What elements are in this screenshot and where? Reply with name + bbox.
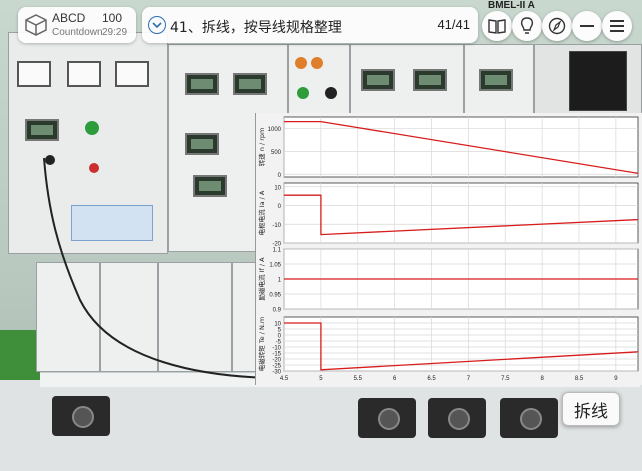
chart-3-ytick-label: -30 (272, 370, 281, 376)
floor-rheostat-2[interactable] (358, 398, 416, 438)
chart-3-ylabel: 电磁转矩 Te / N.m (257, 317, 266, 372)
countdown-time: 29:29 (102, 27, 128, 38)
equipment-label: BMEL-II A (488, 0, 535, 11)
cube-icon (25, 14, 47, 36)
chart-3-xtick-label: 8.5 (575, 376, 584, 382)
waveform-panel: 0 500 1000 转速 n / rpm -20 -10 0 10 电枢电流 Ia / A 0.… (255, 113, 642, 385)
chart-2-ytick-label: 0.9 (273, 308, 282, 314)
menu-icon (610, 20, 624, 32)
chart-3-xtick-label: 6 (393, 376, 397, 382)
chart-3-xtick-label: 9 (614, 376, 618, 382)
compass-button[interactable] (542, 11, 572, 41)
user-name: ABCD (52, 11, 86, 25)
chart-2-ytick-label: 1.1 (273, 248, 282, 254)
dismantle-button[interactable]: 拆线 (562, 392, 620, 426)
chart-1-ytick-label: 0 (278, 204, 282, 210)
menu-button[interactable] (602, 11, 632, 41)
hint-button[interactable] (512, 11, 542, 41)
chart-0-plot-area (283, 116, 639, 178)
chart-1-ytick-label: -10 (272, 223, 281, 229)
user-card: ABCD 100 Countdown 29:29 (18, 7, 136, 43)
chart-3-ytick-label: -20 (272, 358, 281, 364)
chart-3-xtick-label: 5 (319, 376, 323, 382)
chart-3-ytick-label: -15 (272, 352, 281, 358)
minus-icon (580, 25, 594, 27)
chart-2-ytick-label: 0.95 (269, 293, 281, 299)
waveform-charts: 05001000转速 n / rpm-20-10010电枢电流 Ia / A0.… (257, 116, 639, 382)
step-title: 41、拆线，按导线规格整理 (170, 20, 342, 36)
step-progress: 41/41 (437, 17, 470, 32)
chart-2-ylabel: 励磁电流 If / A (257, 257, 266, 301)
chart-3-xtick-label: 6.5 (427, 376, 436, 382)
chart-3-xtick-label: 8 (540, 376, 544, 382)
book-icon (488, 19, 506, 34)
chart-3-ytick-label: -10 (272, 346, 281, 352)
floor-rheostat-4[interactable] (500, 398, 558, 438)
chart-0-ytick-label: 0 (278, 173, 282, 179)
chart-1-ytick-label: 10 (274, 185, 281, 191)
book-button[interactable] (482, 11, 512, 41)
chart-2-ytick-label: 1 (278, 278, 282, 284)
chart-0-ytick-label: 500 (271, 150, 282, 156)
chart-3-xtick-label: 7 (467, 376, 471, 382)
chart-3-xtick-label: 5.5 (354, 376, 363, 382)
chart-2-ytick-label: 1.05 (269, 263, 281, 269)
chart-0-ytick-label: 1000 (268, 127, 282, 133)
score-value: 100 (102, 11, 123, 25)
step-bar: 41、拆线，按导线规格整理 41/41 (142, 7, 478, 43)
chart-3-ytick-label: 0 (278, 334, 282, 340)
lightbulb-icon (520, 17, 534, 34)
floor-rheostat-3[interactable] (428, 398, 486, 438)
countdown-label: Countdown (52, 27, 103, 38)
chart-3-plot-area (283, 316, 639, 372)
chart-3-xtick-label: 7.5 (501, 376, 510, 382)
chevron-down-icon[interactable] (148, 16, 166, 34)
minimize-button[interactable] (572, 11, 602, 41)
floor-rheostat-1[interactable] (52, 396, 110, 436)
compass-icon (548, 17, 566, 35)
chart-3-ytick-label: -25 (272, 364, 281, 370)
chart-3-ytick-label: 5 (278, 328, 282, 334)
chart-0-ylabel: 转速 n / rpm (257, 128, 266, 167)
chart-3-xtick-label: 4.5 (280, 376, 289, 382)
chart-1-ylabel: 电枢电流 Ia / A (257, 190, 266, 235)
chart-3-ytick-label: 10 (274, 322, 281, 328)
chart-3-ytick-label: -5 (276, 340, 282, 346)
